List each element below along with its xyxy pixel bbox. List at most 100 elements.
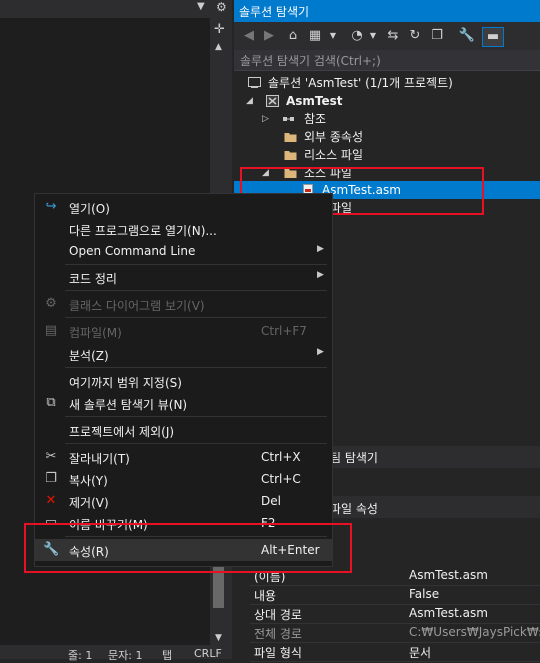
editor-top-bar: ▼ ⚙	[0, 0, 232, 18]
menu-item-analyze[interactable]: 분석(Z) ▶	[35, 343, 332, 365]
open-icon: ↪	[45, 199, 57, 214]
property-value: C:₩Users₩JaysPick₩sour	[409, 625, 540, 639]
expanded-triangle-icon[interactable]: ◢	[246, 92, 253, 110]
solution-explorer-toolbar: ◀ ▶ ⌂ ▦ ▼ ◔ ▼ ⇆ ↻ ❐ 🔧 ▬	[234, 22, 540, 50]
class-diagram-icon: ⚙	[45, 296, 57, 311]
menu-label: 컴파일(M)	[69, 326, 122, 340]
property-key: 상대 경로	[254, 608, 302, 622]
switch-views-icon[interactable]: ▦	[306, 27, 324, 45]
tree-label: 솔루션 'AsmTest' (1/1개 프로젝트)	[268, 76, 453, 90]
tree-label: AsmTest	[286, 94, 343, 108]
properties-title: 파일 속성	[330, 502, 378, 516]
property-value: False	[409, 587, 440, 601]
property-row[interactable]: 전체 경로 C:₩Users₩JaysPick₩sour	[250, 623, 540, 643]
property-key: 전체 경로	[254, 627, 302, 641]
menu-separator	[65, 443, 327, 444]
property-value: AsmTest.asm	[409, 606, 488, 620]
menu-item-delete[interactable]: ✕ 제거(V) Del	[35, 490, 332, 512]
menu-item-scope-to-this[interactable]: 여기까지 범위 지정(S)	[35, 370, 332, 392]
property-key: 파일 형식	[254, 646, 302, 660]
menu-item-code-cleanup[interactable]: 코드 정리 ▶	[35, 266, 332, 288]
dropdown-arrow-icon[interactable]: ▼	[197, 1, 205, 12]
collapse-all-icon[interactable]: ❐	[428, 27, 446, 45]
split-handle-icon[interactable]: ✛	[214, 22, 225, 37]
solution-explorer-title: 솔루션 탐색기	[239, 5, 310, 19]
search-placeholder: 솔루션 탐색기 검색(Ctrl+;)	[240, 54, 381, 68]
menu-separator	[65, 367, 327, 368]
menu-label: 다른 프로그램으로 열기(N)...	[69, 224, 217, 238]
menu-label: Open Command Line	[69, 244, 196, 258]
menu-item-open-with[interactable]: 다른 프로그램으로 열기(N)...	[35, 218, 332, 240]
copy-icon: ❐	[45, 471, 57, 486]
menu-label: 프로젝트에서 제외(J)	[69, 425, 175, 439]
property-row[interactable]: 상대 경로 AsmTest.asm	[250, 604, 540, 624]
menu-label: 새 솔루션 탐색기 뷰(N)	[69, 398, 188, 412]
menu-label: 복사(Y)	[69, 474, 108, 488]
menu-item-open-command-line[interactable]: Open Command Line ▶	[35, 240, 332, 262]
status-line: 줄: 1	[68, 649, 93, 662]
menu-shortcut: Ctrl+C	[261, 472, 301, 486]
menu-item-copy[interactable]: ❐ 복사(Y) Ctrl+C	[35, 468, 332, 490]
properties-wrench-icon[interactable]: 🔧	[458, 27, 476, 45]
solution-icon	[248, 77, 261, 88]
delete-icon: ✕	[45, 493, 57, 508]
compile-icon: ▤	[44, 323, 58, 338]
back-arrow-icon[interactable]: ◀	[240, 27, 258, 45]
forward-arrow-icon[interactable]: ▶	[260, 27, 278, 45]
folder-icon	[284, 133, 297, 142]
menu-separator	[65, 317, 327, 318]
cut-icon: ✂	[45, 449, 57, 464]
sync-icon[interactable]: ⇆	[384, 27, 402, 45]
menu-label: 제거(V)	[69, 496, 109, 510]
menu-shortcut: Ctrl+F7	[261, 324, 307, 338]
views-dropdown-icon[interactable]: ▼	[324, 27, 342, 45]
tree-label: 외부 종속성	[304, 130, 364, 144]
property-value: AsmTest.asm	[409, 568, 488, 582]
menu-label: 클래스 다이어그램 보기(V)	[69, 299, 205, 313]
menu-label: 코드 정리	[69, 272, 117, 286]
menu-item-compile[interactable]: ▤ 컴파일(M) Ctrl+F7	[35, 320, 332, 342]
menu-item-class-diagram[interactable]: ⚙ 클래스 다이어그램 보기(V)	[35, 293, 332, 315]
project-icon	[266, 95, 279, 107]
status-tab: 탭	[162, 649, 173, 662]
context-menu: ↪ 열기(O) 다른 프로그램으로 열기(N)... Open Command …	[34, 193, 333, 567]
refresh-icon[interactable]: ↻	[406, 27, 424, 45]
folder-icon	[284, 151, 297, 160]
home-icon[interactable]: ⌂	[284, 27, 302, 45]
preview-toggle-icon[interactable]: ▬	[482, 27, 504, 47]
menu-item-cut[interactable]: ✂ 잘라내기(T) Ctrl+X	[35, 446, 332, 468]
pending-dropdown-icon[interactable]: ▼	[364, 27, 382, 45]
tree-label: 참조	[304, 112, 327, 126]
menu-item-new-explorer-view[interactable]: ⧉ 새 솔루션 탐색기 뷰(N)	[35, 392, 332, 414]
status-crlf: CRLF	[194, 647, 222, 660]
property-row[interactable]: 파일 형식 문서	[250, 642, 540, 662]
menu-item-open[interactable]: ↪ 열기(O)	[35, 196, 332, 218]
menu-shortcut: Ctrl+X	[261, 450, 301, 464]
settings-gear-icon[interactable]: ⚙	[216, 0, 227, 14]
menu-label: 분석(Z)	[69, 349, 109, 363]
property-value: 문서	[409, 646, 432, 660]
references-icon	[283, 117, 294, 121]
collapsed-triangle-icon[interactable]: ▷	[262, 110, 269, 128]
tree-label: 리소스 파일	[304, 148, 364, 162]
menu-shortcut: Del	[261, 494, 281, 508]
menu-separator	[65, 416, 327, 417]
new-view-icon: ⧉	[46, 395, 56, 410]
solution-search-box[interactable]: 솔루션 탐색기 검색(Ctrl+;)	[234, 50, 540, 71]
menu-label: 여기까지 범위 지정(S)	[69, 376, 182, 390]
menu-separator	[65, 290, 327, 291]
solution-explorer-title-bar[interactable]: 솔루션 탐색기	[234, 0, 540, 22]
menu-item-exclude-from-project[interactable]: 프로젝트에서 제외(J)	[35, 419, 332, 441]
submenu-arrow-icon: ▶	[317, 347, 324, 357]
highlight-box-properties	[24, 523, 352, 573]
team-explorer-tab-label: 팀 탐색기	[330, 451, 378, 465]
menu-label: 열기(O)	[69, 202, 110, 216]
status-char: 문자: 1	[108, 649, 143, 662]
property-row[interactable]: 내용 False	[250, 585, 540, 605]
property-key: 내용	[254, 589, 277, 603]
submenu-arrow-icon: ▶	[317, 244, 324, 254]
menu-label: 잘라내기(T)	[69, 452, 130, 466]
menu-separator	[65, 264, 327, 265]
scroll-up-arrow-icon[interactable]: ▲	[215, 42, 222, 52]
scroll-down-arrow-icon[interactable]: ▼	[215, 633, 222, 643]
